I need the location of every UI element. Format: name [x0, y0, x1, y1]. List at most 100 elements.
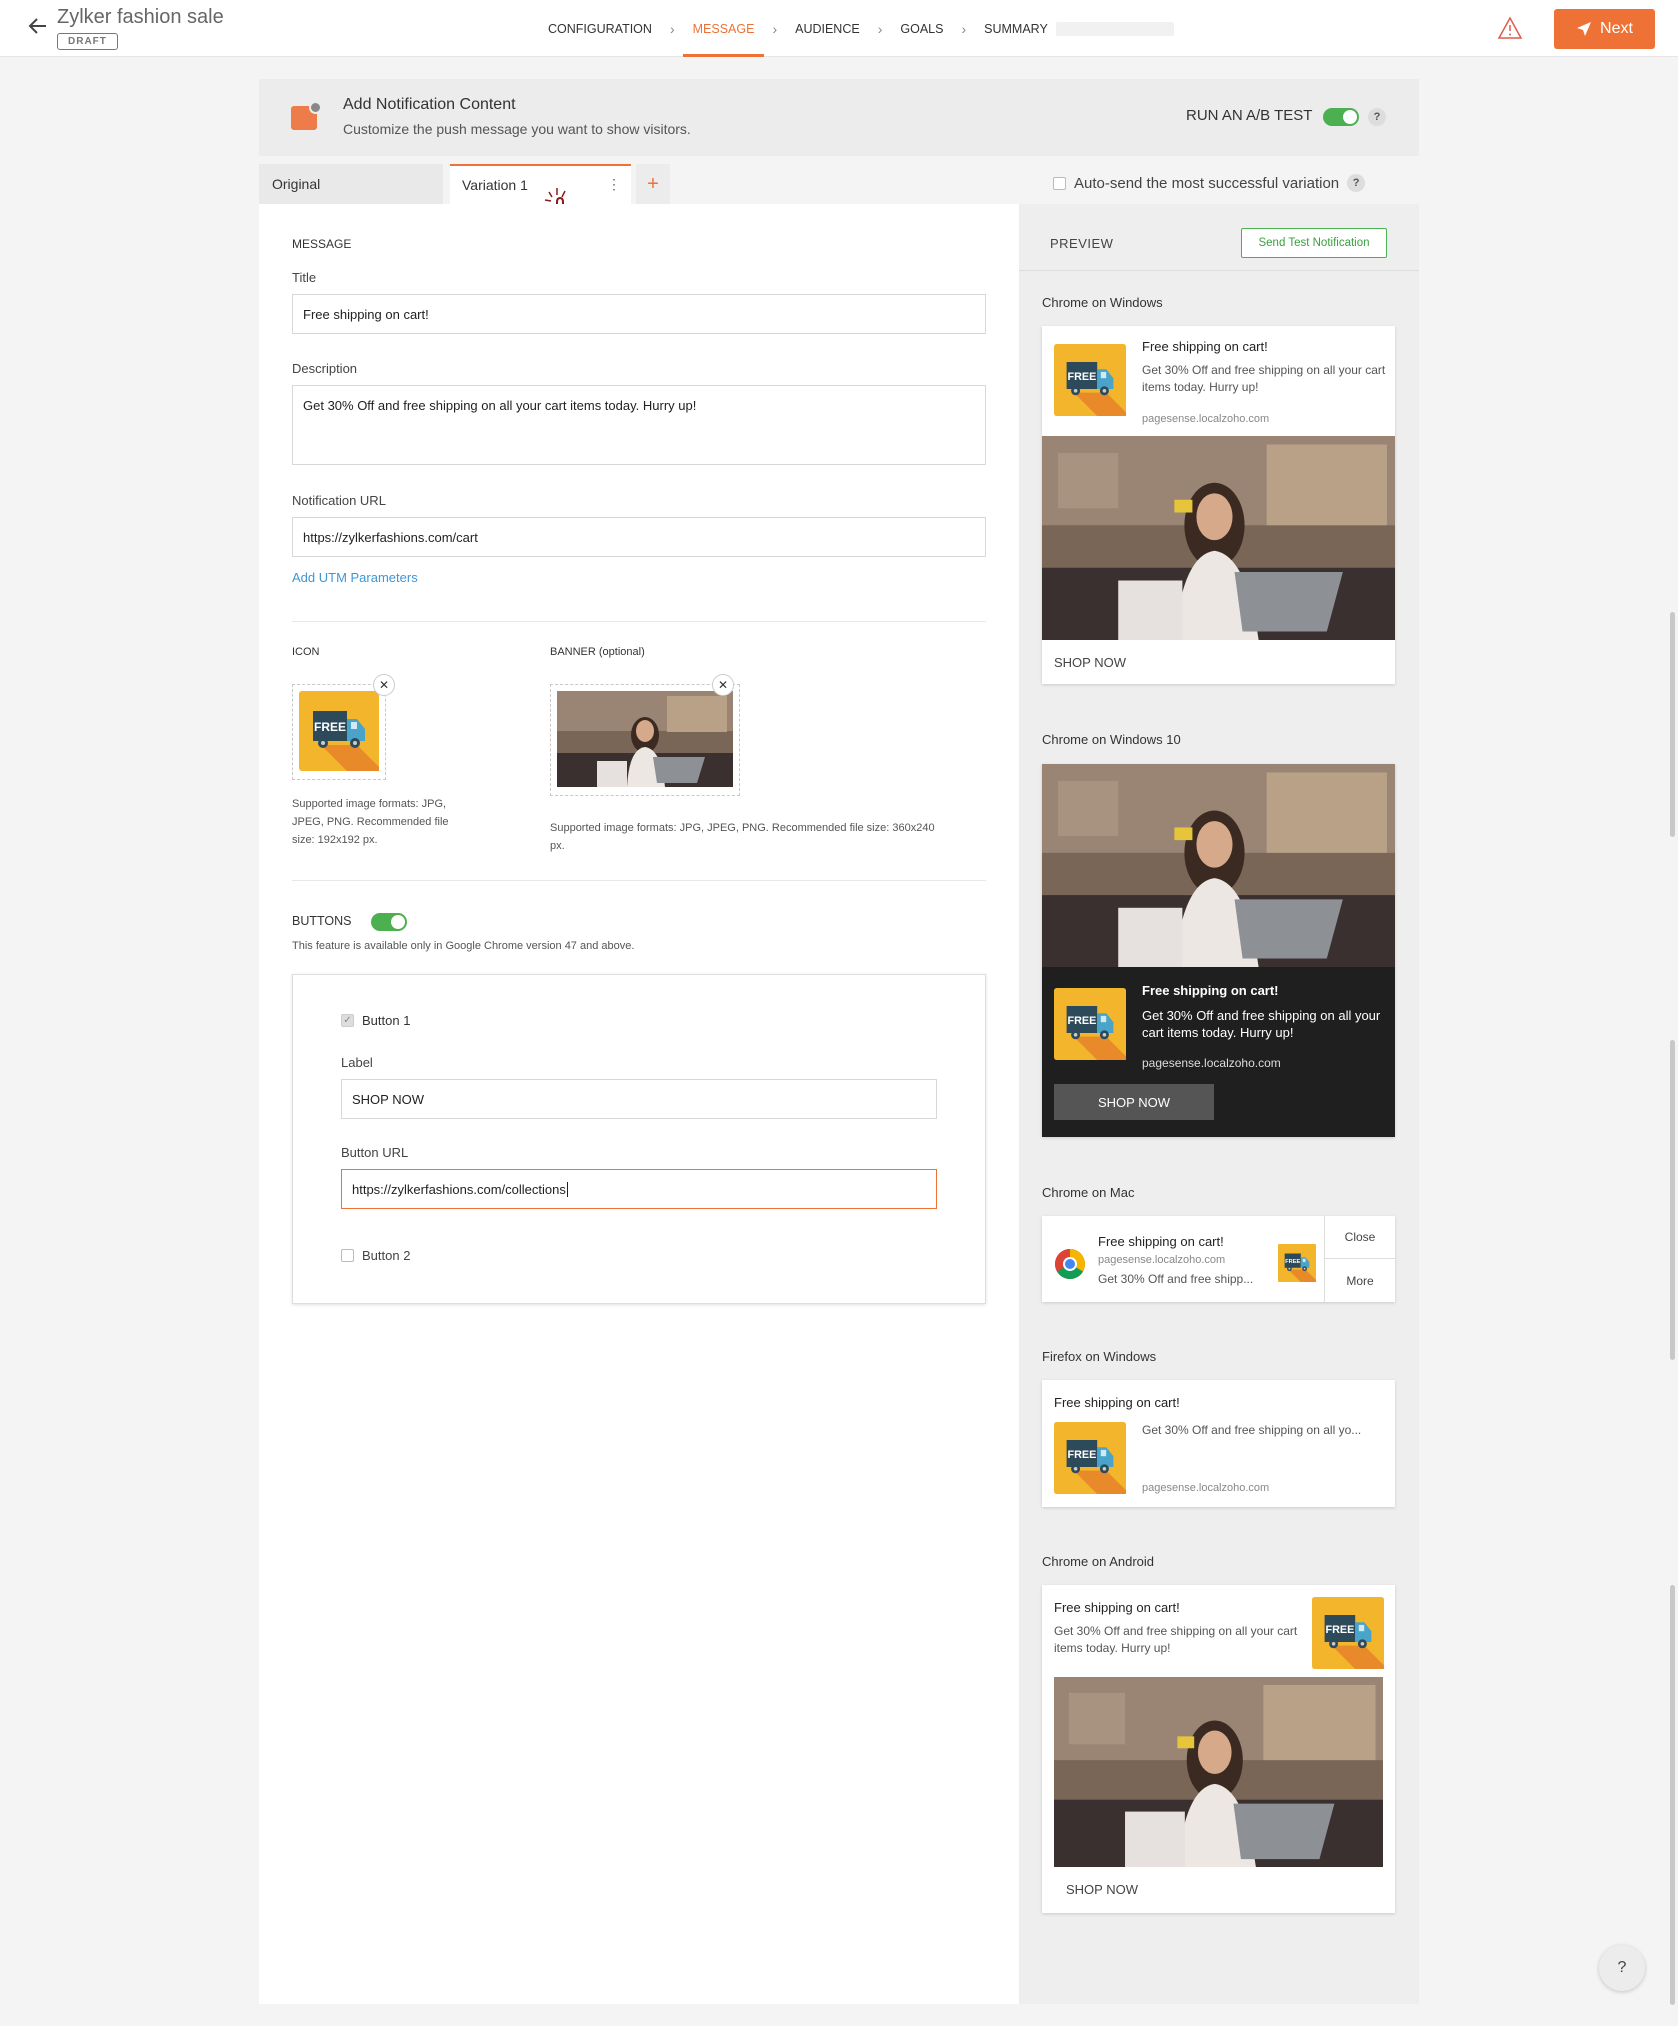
- help-icon[interactable]: ?: [1347, 174, 1366, 192]
- platform-chrome-mac: Chrome on Mac: [1042, 1185, 1135, 1200]
- preview-chrome-windows10: FREE Free shipping on cart! Get 30% Off …: [1042, 764, 1395, 1137]
- close-button[interactable]: Close: [1325, 1216, 1395, 1259]
- chevron-right-icon: ›: [772, 20, 778, 37]
- title-input[interactable]: Free shipping on cart!: [292, 294, 986, 334]
- scrollbar-thumb[interactable]: [1670, 1040, 1675, 1360]
- scrollbar-thumb[interactable]: [1670, 612, 1675, 837]
- add-variation-button[interactable]: +: [636, 164, 670, 204]
- button-config-card: ✓ Button 1 Label SHOP NOW Button URL htt…: [292, 974, 986, 1304]
- free-shipping-icon: FREE: [299, 691, 379, 771]
- preview-panel: PREVIEW Send Test Notification Chrome on…: [1019, 204, 1419, 2004]
- ab-test-toggle[interactable]: [1323, 108, 1359, 126]
- step-audience[interactable]: AUDIENCE: [795, 0, 860, 57]
- next-label: Next: [1600, 20, 1633, 37]
- scrollbar-thumb[interactable]: [1670, 1585, 1675, 2005]
- title-label: Title: [292, 270, 317, 285]
- button-label-input[interactable]: SHOP NOW: [341, 1079, 937, 1119]
- banner-image: [1042, 436, 1395, 640]
- preview-chrome-windows: FREE Free shipping on cart! Get 30% Off …: [1042, 326, 1395, 684]
- more-vertical-icon[interactable]: ⋮: [607, 176, 621, 193]
- chevron-right-icon: ›: [877, 20, 883, 37]
- ab-test-label: RUN AN A/B TEST: [1186, 107, 1313, 124]
- chrome-logo-icon: [1054, 1249, 1086, 1280]
- step-placeholder: [1055, 21, 1174, 36]
- section-message: MESSAGE: [292, 237, 352, 251]
- buttons-section-label: BUTTONS: [292, 914, 352, 928]
- send-test-button[interactable]: Send Test Notification: [1241, 228, 1387, 258]
- banner-image: [557, 691, 733, 787]
- platform-chrome-android: Chrome on Android: [1042, 1554, 1155, 1569]
- button2-option[interactable]: Button 2: [341, 1248, 410, 1263]
- tab-variation-label: Variation 1: [462, 177, 528, 193]
- notif-title: Free shipping on cart!: [1142, 339, 1268, 354]
- button-url-input[interactable]: https://zylkerfashions.com/collections: [341, 1169, 937, 1209]
- svg-text:FREE: FREE: [1285, 1259, 1300, 1265]
- autosend-option[interactable]: Auto-send the most successful variation …: [1053, 174, 1366, 192]
- mac-actions: Close More: [1324, 1216, 1395, 1302]
- notif-button[interactable]: SHOP NOW: [1066, 1882, 1138, 1897]
- status-badge: DRAFT: [57, 33, 118, 50]
- preview-firefox-windows: Free shipping on cart! FREE Get 30% Off …: [1042, 1380, 1395, 1507]
- step-goals[interactable]: GOALS: [900, 0, 943, 57]
- more-button[interactable]: More: [1325, 1259, 1395, 1302]
- free-shipping-icon: FREE: [1278, 1244, 1316, 1287]
- remove-icon-button[interactable]: ✕: [373, 674, 395, 696]
- notif-title: Free shipping on cart!: [1142, 983, 1279, 998]
- help-icon[interactable]: ?: [1368, 108, 1386, 126]
- button-url-value: https://zylkerfashions.com/collections: [352, 1182, 566, 1197]
- divider: [292, 621, 986, 622]
- button2-label: Button 2: [362, 1248, 411, 1263]
- notification-url-label: Notification URL: [292, 493, 386, 508]
- description-label: Description: [292, 361, 358, 376]
- chevron-right-icon: ›: [669, 20, 675, 37]
- next-button[interactable]: Next: [1554, 9, 1655, 49]
- notif-button[interactable]: SHOP NOW: [1054, 655, 1126, 670]
- free-shipping-icon: FREE: [1054, 344, 1126, 421]
- tab-original[interactable]: Original: [259, 164, 443, 204]
- help-button[interactable]: ?: [1599, 1945, 1645, 1991]
- notif-button[interactable]: SHOP NOW: [1054, 1084, 1214, 1120]
- step-message[interactable]: MESSAGE: [682, 0, 765, 57]
- notif-desc: Get 30% Off and free shipping on all yo.…: [1142, 1423, 1362, 1437]
- description-input[interactable]: Get 30% Off and free shipping on all you…: [292, 385, 986, 465]
- button-label-label: Label: [341, 1055, 373, 1070]
- text-caret: [566, 1182, 568, 1197]
- remove-banner-button[interactable]: ✕: [712, 674, 734, 696]
- warning-icon[interactable]: [1497, 16, 1523, 40]
- notif-domain: pagesense.localzoho.com: [1098, 1254, 1226, 1266]
- button-url-label: Button URL: [341, 1145, 409, 1160]
- send-icon: [1577, 22, 1592, 36]
- campaign-title: Zylker fashion sale: [57, 6, 224, 28]
- banner-upload[interactable]: [550, 684, 740, 796]
- svg-text:FREE: FREE: [1068, 371, 1097, 383]
- step-summary[interactable]: SUMMARY: [984, 0, 1048, 57]
- chevron-right-icon: ›: [961, 20, 967, 37]
- top-bar: Zylker fashion sale DRAFT CONFIGURATION …: [0, 0, 1678, 57]
- button1-checkbox[interactable]: ✓: [341, 1014, 354, 1027]
- svg-text:FREE: FREE: [1068, 1449, 1097, 1461]
- button1-label: Button 1: [362, 1013, 411, 1028]
- button1-option[interactable]: ✓ Button 1: [341, 1013, 410, 1028]
- back-arrow-icon[interactable]: [26, 14, 50, 38]
- icon-label: ICON: [292, 646, 320, 658]
- notif-domain: pagesense.localzoho.com: [1142, 413, 1270, 425]
- icon-upload[interactable]: FREE: [292, 684, 386, 780]
- notif-domain: pagesense.localzoho.com: [1142, 1482, 1270, 1494]
- buttons-toggle[interactable]: [371, 913, 407, 931]
- notif-desc: Get 30% Off and free shipping on all you…: [1142, 363, 1386, 394]
- notif-title: Free shipping on cart!: [1054, 1395, 1180, 1410]
- button2-checkbox[interactable]: [341, 1249, 354, 1262]
- banner-help-text: Supported image formats: JPG, JPEG, PNG.…: [550, 822, 935, 852]
- content-subtitle: Customize the push message you want to s…: [343, 121, 691, 137]
- notif-title: Free shipping on cart!: [1054, 1600, 1180, 1615]
- notification-url-input[interactable]: https://zylkerfashions.com/cart: [292, 517, 986, 557]
- free-shipping-icon: FREE: [1312, 1597, 1384, 1674]
- platform-chrome-windows10: Chrome on Windows 10: [1042, 732, 1181, 747]
- notif-title: Free shipping on cart!: [1098, 1234, 1224, 1249]
- preview-chrome-mac: Free shipping on cart! pagesense.localzo…: [1042, 1216, 1395, 1302]
- step-nav: CONFIGURATION › MESSAGE › AUDIENCE › GOA…: [548, 0, 1174, 57]
- step-configuration[interactable]: CONFIGURATION: [548, 0, 652, 57]
- autosend-checkbox[interactable]: [1053, 176, 1066, 190]
- notif-desc: Get 30% Off and free shipping on all you…: [1142, 1008, 1381, 1040]
- add-utm-link[interactable]: Add UTM Parameters: [292, 570, 418, 585]
